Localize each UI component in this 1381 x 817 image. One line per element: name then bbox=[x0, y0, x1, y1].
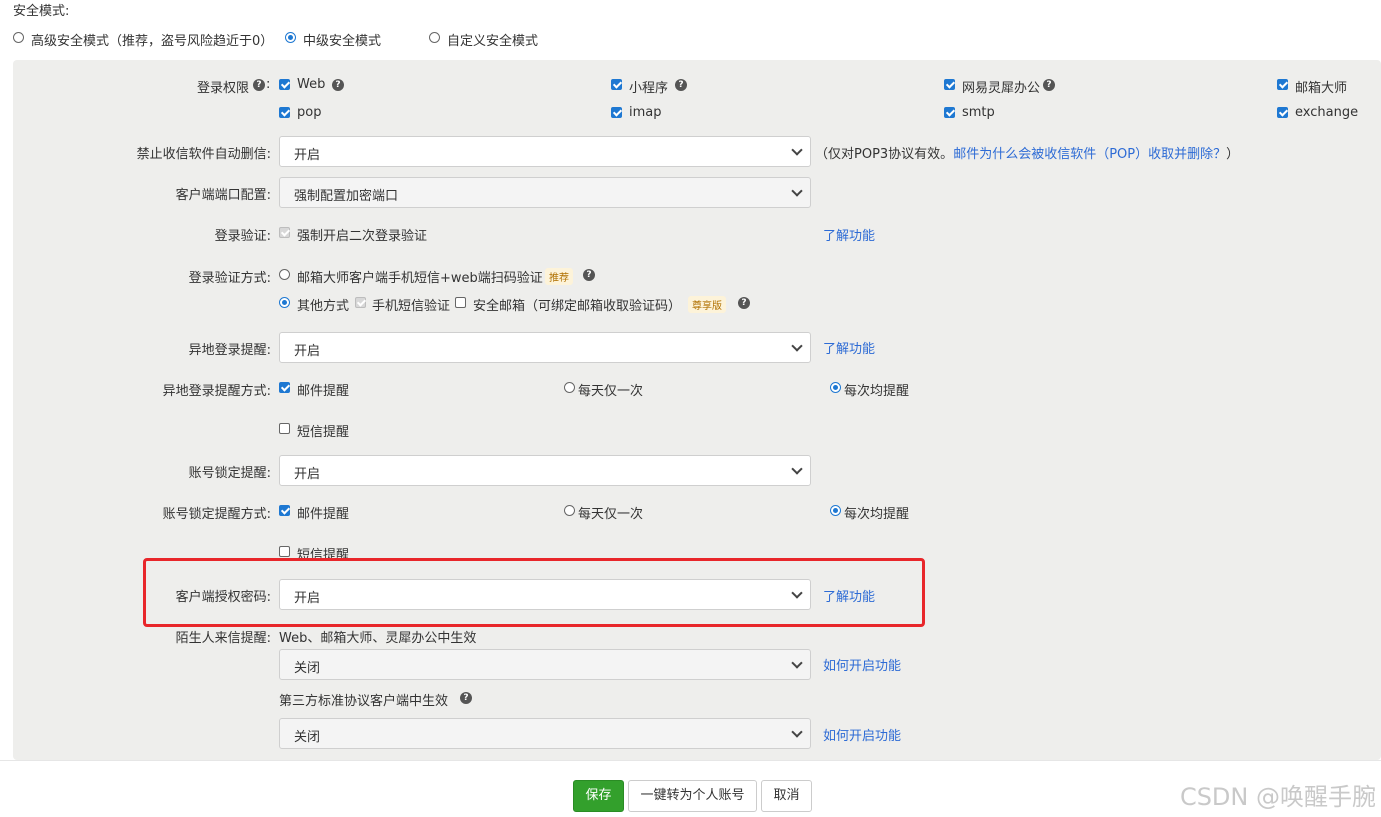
radio-other-method[interactable] bbox=[279, 297, 290, 308]
radio-other-method-label: 其他方式 bbox=[297, 299, 350, 314]
checkbox-sms-alert-label: 短信提醒 bbox=[297, 425, 350, 440]
radio-mail-master-sms[interactable] bbox=[279, 269, 290, 280]
checkbox-mail-master-label: 邮箱大师 bbox=[1295, 81, 1348, 96]
radio-lock-every-time-label: 每次均提醒 bbox=[844, 507, 910, 522]
help-icon[interactable]: ? bbox=[738, 297, 750, 309]
pop-delete-help-link[interactable]: 邮件为什么会被收信软件（POP）收取并删除？ bbox=[953, 147, 1226, 162]
radio-once-daily-label: 每天仅一次 bbox=[578, 384, 644, 399]
learn-feature-link[interactable]: 了解功能 bbox=[823, 225, 875, 244]
radio-lock-every-time[interactable] bbox=[830, 505, 841, 516]
checkbox-secure-mailbox[interactable] bbox=[455, 297, 466, 308]
checkbox-miniprogram-label: 小程序 bbox=[629, 81, 669, 96]
radio-high-security-label[interactable]: 高级安全模式（推荐，盗号风险趋近于0） bbox=[31, 30, 273, 49]
checkbox-mail-alert[interactable] bbox=[279, 382, 290, 393]
select-value: 关闭 bbox=[294, 730, 321, 745]
select-value: 开启 bbox=[294, 148, 321, 163]
checkbox-secure-mailbox-label: 安全邮箱（可绑定邮箱收取验证码） bbox=[473, 299, 682, 314]
stranger-scope-thirdparty: 第三方标准协议客户端中生效 bbox=[279, 694, 449, 709]
checkbox-lingxi-office-label: 网易灵犀办公 bbox=[962, 81, 1041, 96]
learn-feature-link[interactable]: 了解功能 bbox=[823, 338, 875, 357]
watermark: CSDN @唤醒手腕 bbox=[1179, 783, 1376, 811]
login-permission-label: 登录权限 bbox=[197, 81, 250, 96]
checkbox-smtp-label: smtp bbox=[962, 105, 995, 120]
account-lock-method-label: 账号锁定提醒方式: bbox=[162, 507, 271, 522]
login-verify-method-label: 登录验证方式: bbox=[188, 271, 271, 286]
chevron-down-icon bbox=[791, 144, 803, 156]
select-value: 开启 bbox=[294, 344, 321, 359]
checkbox-smtp[interactable] bbox=[944, 107, 955, 118]
checkbox-force-2fa-label: 强制开启二次登录验证 bbox=[297, 229, 428, 244]
help-icon[interactable]: ? bbox=[253, 79, 265, 91]
checkbox-imap-label: imap bbox=[629, 105, 662, 120]
radio-lock-once-daily[interactable] bbox=[564, 505, 575, 516]
checkbox-web-label: Web bbox=[297, 77, 326, 92]
login-verify-label: 登录验证: bbox=[214, 229, 271, 244]
checkbox-pop-label: pop bbox=[297, 105, 322, 120]
radio-high-security[interactable] bbox=[13, 32, 24, 43]
help-icon[interactable]: ? bbox=[675, 79, 687, 91]
radio-custom-security[interactable] bbox=[429, 32, 440, 43]
chevron-down-icon bbox=[791, 340, 803, 352]
stranger-alert-web-select[interactable]: 关闭 bbox=[279, 649, 811, 680]
highlight-box bbox=[143, 558, 925, 627]
pop3-note: （仅对POP3协议有效。邮件为什么会被收信软件（POP）收取并删除？） bbox=[815, 147, 1240, 162]
chevron-down-icon bbox=[791, 185, 803, 197]
checkbox-mail-master[interactable] bbox=[1277, 79, 1288, 90]
help-icon[interactable]: ? bbox=[332, 79, 344, 91]
no-auto-delete-select[interactable]: 开启 bbox=[279, 136, 811, 167]
chevron-down-icon bbox=[791, 726, 803, 738]
stranger-mail-alert-label: 陌生人来信提醒: bbox=[175, 631, 271, 646]
help-icon[interactable]: ? bbox=[1043, 79, 1055, 91]
how-to-enable-link[interactable]: 如何开启功能 bbox=[823, 725, 901, 744]
help-icon[interactable]: ? bbox=[583, 269, 595, 281]
radio-mail-master-sms-label: 邮箱大师客户端手机短信+web端扫码验证 bbox=[297, 271, 543, 286]
checkbox-sms-alert[interactable] bbox=[279, 423, 290, 434]
radio-medium-security-label[interactable]: 中级安全模式 bbox=[303, 30, 381, 49]
security-mode-title: 安全模式: bbox=[13, 4, 70, 19]
radio-custom-security-label[interactable]: 自定义安全模式 bbox=[447, 30, 538, 49]
remote-login-alert-label: 异地登录提醒: bbox=[188, 343, 271, 358]
colon: : bbox=[266, 77, 271, 92]
select-value: 强制配置加密端口 bbox=[294, 189, 399, 204]
premium-badge: 尊享版 bbox=[688, 296, 726, 313]
chevron-down-icon bbox=[791, 657, 803, 669]
radio-every-time[interactable] bbox=[830, 382, 841, 393]
radio-once-daily[interactable] bbox=[564, 382, 575, 393]
checkbox-sms-verify-label: 手机短信验证 bbox=[372, 299, 451, 314]
select-value: 开启 bbox=[294, 467, 321, 482]
remote-login-alert-select[interactable]: 开启 bbox=[279, 332, 811, 363]
radio-lock-once-daily-label: 每天仅一次 bbox=[578, 507, 644, 522]
radio-every-time-label: 每次均提醒 bbox=[844, 384, 910, 399]
client-port-select[interactable]: 强制配置加密端口 bbox=[279, 177, 811, 208]
recommend-badge: 推荐 bbox=[545, 268, 573, 285]
checkbox-lock-mail-alert-label: 邮件提醒 bbox=[297, 507, 350, 522]
checkbox-sms-verify bbox=[355, 297, 366, 308]
help-icon[interactable]: ? bbox=[460, 692, 472, 704]
chevron-down-icon bbox=[791, 463, 803, 475]
remote-login-method-label: 异地登录提醒方式: bbox=[162, 384, 271, 399]
checkbox-pop[interactable] bbox=[279, 107, 290, 118]
select-value: 关闭 bbox=[294, 661, 321, 676]
how-to-enable-link[interactable]: 如何开启功能 bbox=[823, 655, 901, 674]
checkbox-imap[interactable] bbox=[611, 107, 622, 118]
no-auto-delete-label: 禁止收信软件自动删信: bbox=[136, 147, 271, 162]
convert-personal-account-button[interactable]: 一键转为个人账号 bbox=[628, 780, 757, 812]
save-button[interactable]: 保存 bbox=[573, 780, 624, 812]
account-lock-alert-select[interactable]: 开启 bbox=[279, 455, 811, 486]
checkbox-exchange-label: exchange bbox=[1295, 105, 1359, 120]
checkbox-mail-alert-label: 邮件提醒 bbox=[297, 384, 350, 399]
checkbox-exchange[interactable] bbox=[1277, 107, 1288, 118]
checkbox-lingxi-office[interactable] bbox=[944, 79, 955, 90]
checkbox-lock-sms-alert[interactable] bbox=[279, 546, 290, 557]
checkbox-lock-mail-alert[interactable] bbox=[279, 505, 290, 516]
checkbox-web[interactable] bbox=[279, 79, 290, 90]
checkbox-miniprogram[interactable] bbox=[611, 79, 622, 90]
client-port-label: 客户端端口配置: bbox=[175, 188, 271, 203]
radio-medium-security[interactable] bbox=[285, 32, 296, 43]
stranger-scope-web: Web、邮箱大师、灵犀办公中生效 bbox=[279, 631, 477, 646]
cancel-button[interactable]: 取消 bbox=[761, 780, 812, 812]
account-lock-alert-label: 账号锁定提醒: bbox=[188, 466, 271, 481]
checkbox-force-2fa bbox=[279, 227, 290, 238]
stranger-alert-thirdparty-select[interactable]: 关闭 bbox=[279, 718, 811, 749]
